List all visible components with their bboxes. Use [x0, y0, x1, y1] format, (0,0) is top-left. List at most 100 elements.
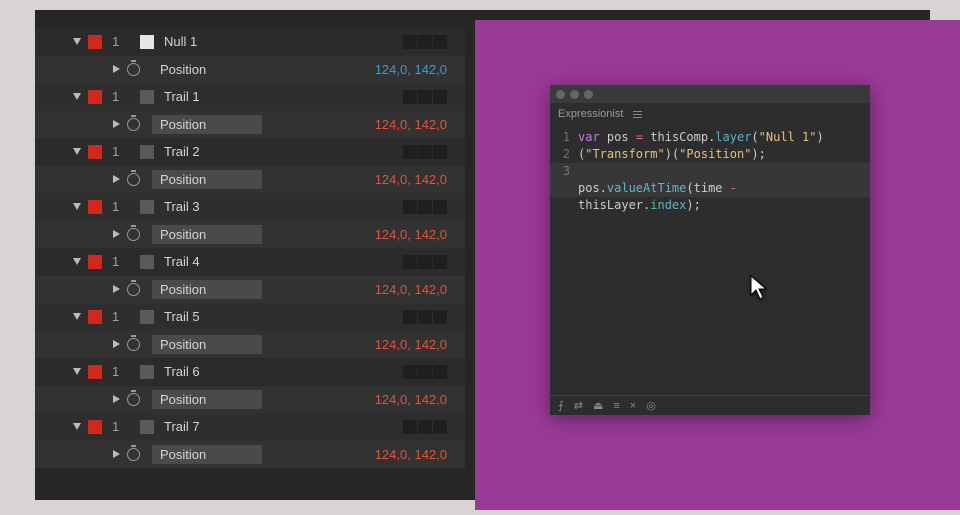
- twirl-right-icon[interactable]: [113, 285, 120, 293]
- twirl-right-icon[interactable]: [113, 395, 120, 403]
- twirl-down-icon[interactable]: [73, 368, 81, 375]
- twirl-down-icon[interactable]: [73, 258, 81, 265]
- property-row[interactable]: Position 124,0, 142,0: [35, 56, 465, 84]
- clear-icon[interactable]: ×: [630, 400, 636, 412]
- stopwatch-icon[interactable]: [127, 393, 140, 406]
- layer-switches[interactable]: [403, 35, 447, 49]
- stopwatch-icon[interactable]: [127, 173, 140, 186]
- layer-color-chip[interactable]: [88, 145, 102, 159]
- property-row[interactable]: Position 124,0, 142,0: [35, 331, 465, 359]
- property-value[interactable]: 124,0, 142,0: [375, 282, 447, 297]
- close-icon[interactable]: [556, 90, 565, 99]
- property-value[interactable]: 124,0, 142,0: [375, 227, 447, 242]
- window-titlebar[interactable]: [550, 85, 870, 103]
- stopwatch-icon[interactable]: [127, 118, 140, 131]
- layer-index: 1: [112, 34, 126, 49]
- layer-type-chip: [140, 310, 154, 324]
- layer-color-chip[interactable]: [88, 420, 102, 434]
- property-row[interactable]: Position 124,0, 142,0: [35, 111, 465, 139]
- property-value[interactable]: 124,0, 142,0: [375, 447, 447, 462]
- menu-icon[interactable]: [633, 111, 642, 118]
- layer-switches[interactable]: [403, 420, 447, 434]
- property-name[interactable]: Position: [152, 170, 262, 189]
- layer-row[interactable]: 1Trail 2: [35, 138, 465, 166]
- layer-index: 1: [112, 89, 126, 104]
- layer-switches[interactable]: [403, 200, 447, 214]
- target-icon[interactable]: ◎: [646, 399, 656, 412]
- layer-color-chip[interactable]: [88, 255, 102, 269]
- twirl-right-icon[interactable]: [113, 340, 120, 348]
- twirl-down-icon[interactable]: [73, 38, 81, 45]
- layer-row[interactable]: 1 Trail 1: [35, 83, 465, 111]
- layer-row[interactable]: 1Trail 5: [35, 303, 465, 331]
- property-name[interactable]: Position: [152, 445, 262, 464]
- layer-color-chip[interactable]: [88, 365, 102, 379]
- twirl-right-icon[interactable]: [113, 175, 120, 183]
- twirl-down-icon[interactable]: [73, 203, 81, 210]
- layer-row[interactable]: 1 Null 1: [35, 28, 465, 56]
- layer-name[interactable]: Trail 4: [164, 254, 284, 269]
- property-name[interactable]: Position: [152, 335, 262, 354]
- zoom-icon[interactable]: [584, 90, 593, 99]
- twirl-right-icon[interactable]: [113, 65, 120, 73]
- property-row[interactable]: Position 124,0, 142,0: [35, 221, 465, 249]
- twirl-down-icon[interactable]: [73, 313, 81, 320]
- property-row[interactable]: Position 124,0, 142,0: [35, 386, 465, 414]
- stopwatch-icon[interactable]: [127, 448, 140, 461]
- layer-row[interactable]: 1Trail 4: [35, 248, 465, 276]
- property-value[interactable]: 124,0, 142,0: [375, 117, 447, 132]
- run-icon[interactable]: ⨍: [558, 399, 564, 412]
- property-name[interactable]: Position: [152, 390, 262, 409]
- twirl-right-icon[interactable]: [113, 450, 120, 458]
- editor-tab[interactable]: Expressionist: [550, 103, 870, 125]
- swap-icon[interactable]: ⇄: [574, 399, 583, 412]
- layer-color-chip[interactable]: [88, 90, 102, 104]
- property-value[interactable]: 124,0, 142,0: [375, 62, 447, 77]
- layer-color-chip[interactable]: [88, 310, 102, 324]
- layer-row[interactable]: 1Trail 6: [35, 358, 465, 386]
- property-name[interactable]: Position: [152, 225, 262, 244]
- twirl-down-icon[interactable]: [73, 93, 81, 100]
- stopwatch-icon[interactable]: [127, 283, 140, 296]
- twirl-right-icon[interactable]: [113, 120, 120, 128]
- layer-name[interactable]: Trail 1: [164, 89, 284, 104]
- property-name[interactable]: Position: [152, 280, 262, 299]
- layer-color-chip[interactable]: [88, 35, 102, 49]
- layer-switches[interactable]: [403, 90, 447, 104]
- layer-name[interactable]: Trail 3: [164, 199, 284, 214]
- eject-icon[interactable]: ⏏: [593, 399, 603, 412]
- property-row[interactable]: Position 124,0, 142,0: [35, 276, 465, 304]
- list-icon[interactable]: ≡: [613, 400, 619, 412]
- property-value[interactable]: 124,0, 142,0: [375, 172, 447, 187]
- layer-switches[interactable]: [403, 255, 447, 269]
- layer-switches[interactable]: [403, 310, 447, 324]
- property-value[interactable]: 124,0, 142,0: [375, 392, 447, 407]
- property-name[interactable]: Position: [152, 115, 262, 134]
- property-value[interactable]: 124,0, 142,0: [375, 337, 447, 352]
- layer-name[interactable]: Trail 2: [164, 144, 284, 159]
- layer-name[interactable]: Trail 6: [164, 364, 284, 379]
- stopwatch-icon[interactable]: [127, 338, 140, 351]
- layer-index: 1: [112, 199, 126, 214]
- layer-color-chip[interactable]: [88, 200, 102, 214]
- layer-name[interactable]: Null 1: [164, 34, 284, 49]
- layer-row[interactable]: 1 Trail 3: [35, 193, 465, 221]
- twirl-down-icon[interactable]: [73, 148, 81, 155]
- minimize-icon[interactable]: [570, 90, 579, 99]
- property-row[interactable]: Position 124,0, 142,0: [35, 441, 465, 469]
- layer-type-chip: [140, 255, 154, 269]
- twirl-down-icon[interactable]: [73, 423, 81, 430]
- layer-switches[interactable]: [403, 145, 447, 159]
- code-area[interactable]: 1 2 3 var pos = thisComp.layer("Null 1")…: [550, 125, 870, 395]
- stopwatch-icon[interactable]: [127, 228, 140, 241]
- property-name[interactable]: Position: [152, 60, 262, 79]
- twirl-right-icon[interactable]: [113, 230, 120, 238]
- layer-type-chip: [140, 420, 154, 434]
- layer-switches[interactable]: [403, 365, 447, 379]
- layer-row[interactable]: 1Trail 7: [35, 413, 465, 441]
- stopwatch-icon[interactable]: [127, 63, 140, 76]
- property-row[interactable]: Position 124,0, 142,0: [35, 166, 465, 194]
- layer-name[interactable]: Trail 5: [164, 309, 284, 324]
- layer-name[interactable]: Trail 7: [164, 419, 284, 434]
- expression-editor-window[interactable]: Expressionist 1 2 3 var pos = thisComp.l…: [550, 85, 870, 415]
